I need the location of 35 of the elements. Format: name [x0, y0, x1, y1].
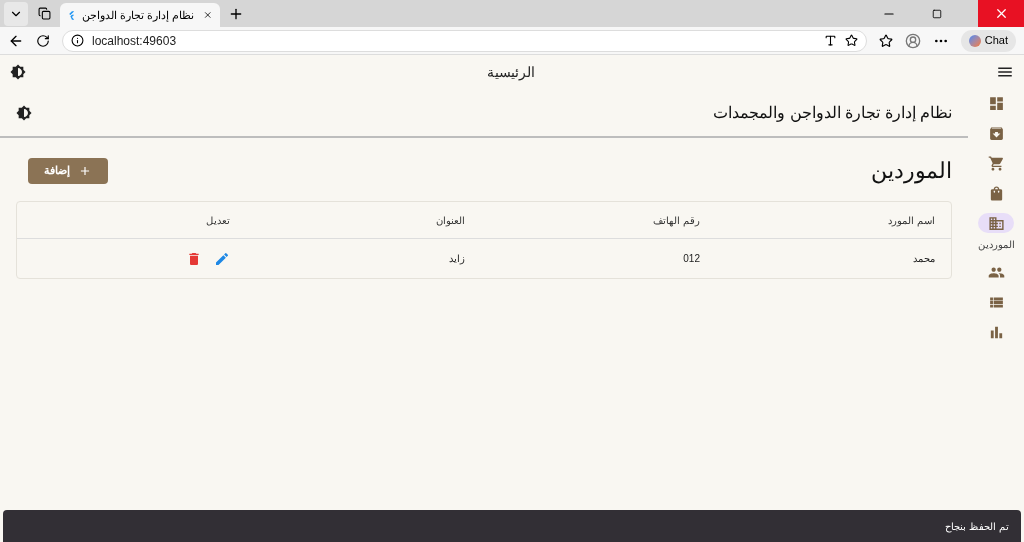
building-icon	[987, 214, 1005, 232]
close-icon[interactable]	[202, 9, 212, 21]
add-button[interactable]: إضافة	[28, 157, 108, 184]
system-title: نظام إدارة تجارة الدواجن والمجمدات	[713, 102, 952, 124]
table-cell-text: محمد	[912, 252, 935, 266]
profile-icon[interactable]	[904, 32, 921, 49]
workspaces-icon	[37, 7, 51, 20]
table-cell-text: 012	[682, 252, 700, 266]
flutter-logo-icon	[68, 9, 75, 21]
restore-icon[interactable]	[932, 8, 942, 19]
favorite-icon[interactable]	[844, 34, 858, 47]
edit-icon[interactable]	[214, 250, 230, 267]
address-bar[interactable]: localhost:49603	[62, 29, 867, 52]
app-bar-title: الرئيسية	[486, 62, 536, 83]
archive-box-icon	[987, 124, 1005, 142]
nav-item[interactable]: الموردين	[977, 213, 1015, 252]
reload-icon[interactable]	[36, 33, 50, 48]
tab-list-button[interactable]	[4, 1, 28, 26]
column-header: تعديل	[205, 213, 230, 228]
theme-toggle-icon[interactable]	[10, 64, 26, 80]
info-icon[interactable]	[71, 34, 84, 47]
theme-toggle-icon[interactable]	[16, 104, 32, 121]
delete-icon[interactable]	[186, 250, 202, 267]
column-header: العنوان	[435, 213, 465, 228]
favorites-icon[interactable]	[878, 33, 893, 48]
dashboard-icon	[987, 94, 1005, 112]
browser-tab[interactable]: نظام إدارة تجارة الدواجن	[60, 3, 220, 27]
table-cell-text: زايد	[448, 252, 465, 266]
cart-icon	[987, 154, 1005, 172]
page-title: الموردين	[871, 157, 952, 186]
snackbar: تم الحفظ بنجاح	[3, 510, 1021, 542]
chat-button[interactable]: Chat	[960, 29, 1016, 52]
column-header: رقم الهاتف	[652, 213, 700, 228]
read-aloud-icon[interactable]	[823, 34, 837, 47]
column-header: اسم المورد	[887, 213, 935, 228]
